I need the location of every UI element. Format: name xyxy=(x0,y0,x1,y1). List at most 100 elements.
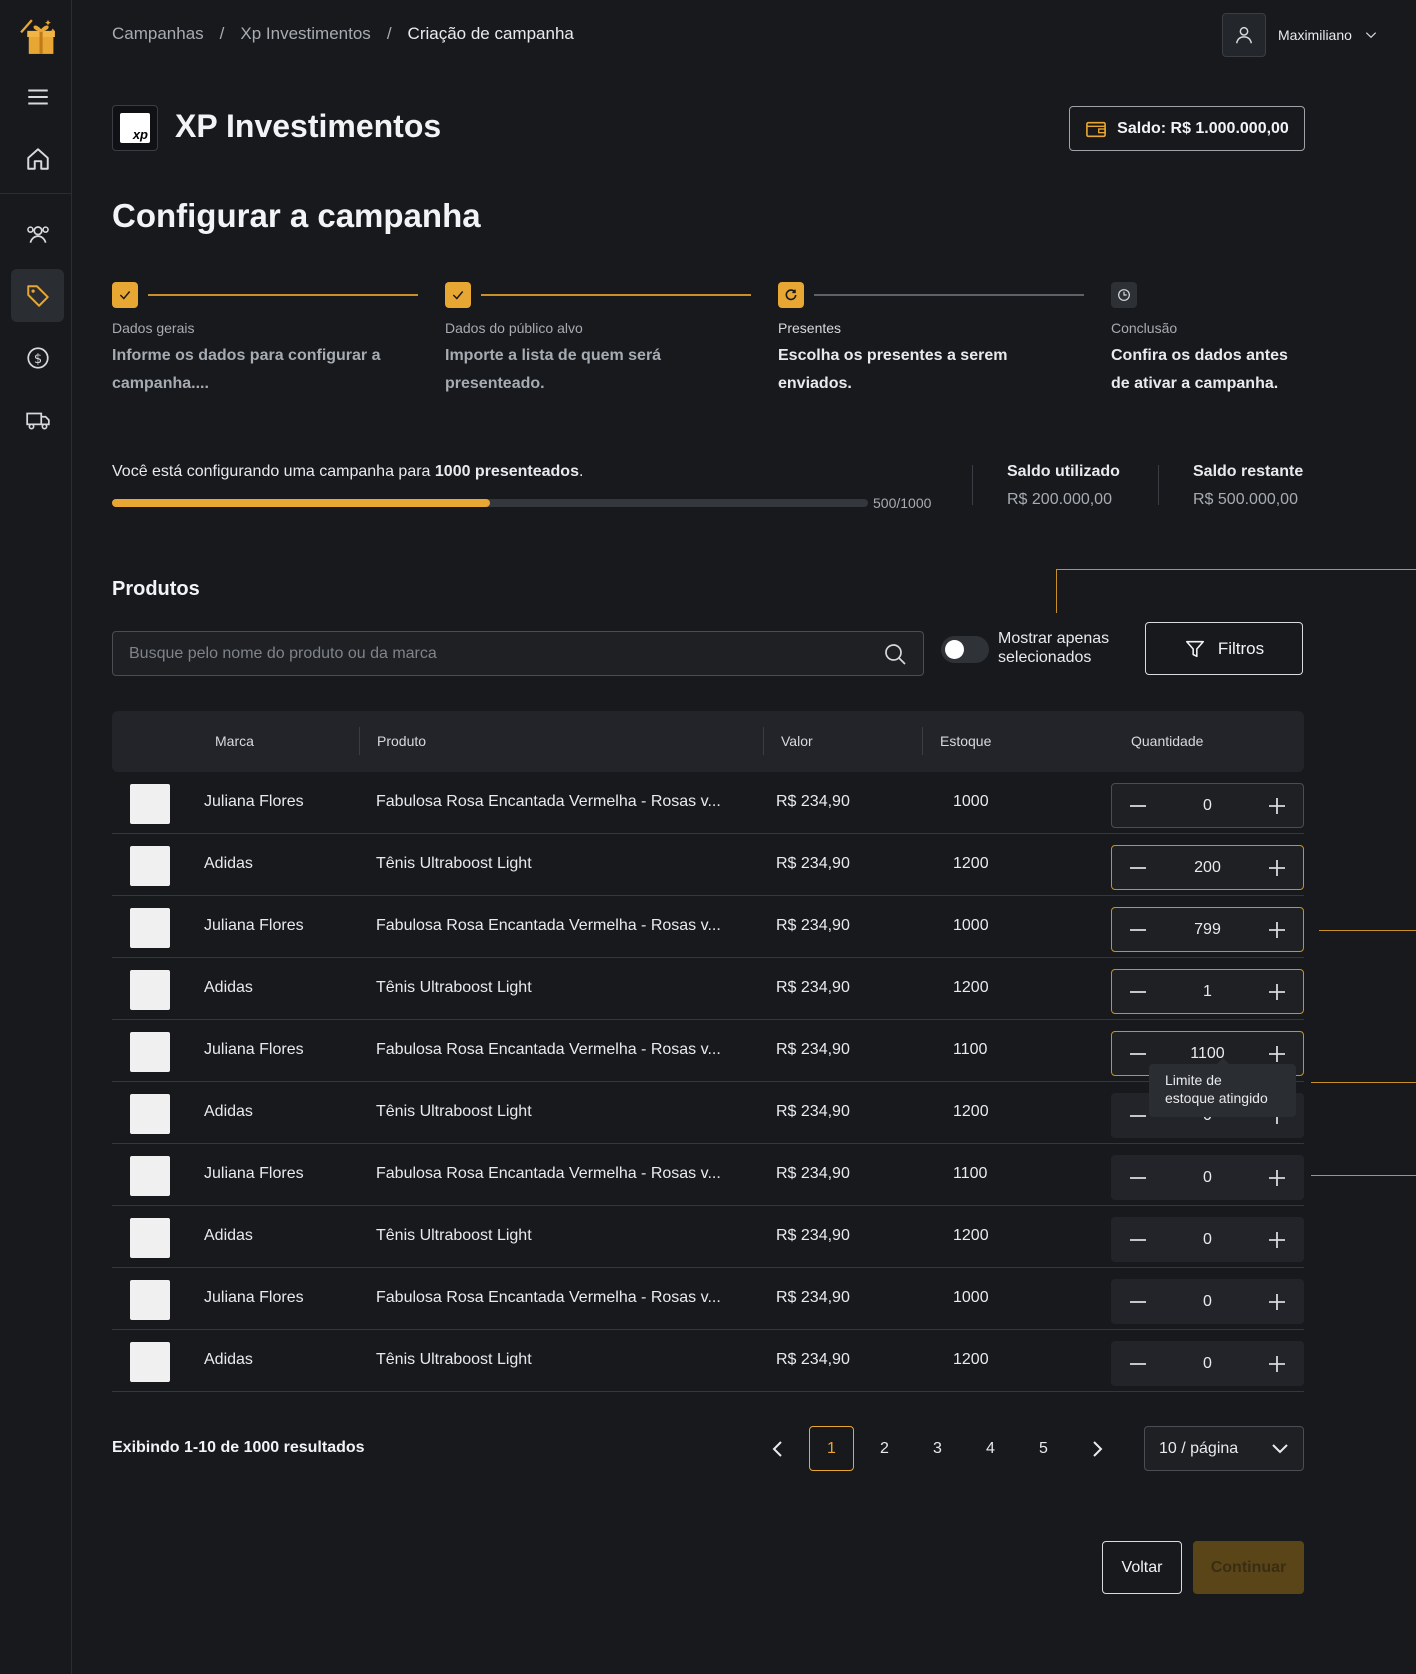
page-3[interactable]: 3 xyxy=(915,1426,960,1471)
increment-button[interactable] xyxy=(1265,856,1289,880)
column-valor[interactable]: Valor xyxy=(781,733,813,749)
step-connector xyxy=(148,294,418,296)
minus-icon xyxy=(1130,1300,1146,1303)
plus-icon xyxy=(1269,983,1285,1000)
quantity-stepper[interactable]: 0 xyxy=(1111,1217,1304,1262)
campaign-tag-icon[interactable] xyxy=(11,269,64,322)
column-produto[interactable]: Produto xyxy=(377,733,426,749)
dollar-icon[interactable]: $ xyxy=(11,331,64,384)
plus-icon xyxy=(1269,797,1285,814)
menu-icon[interactable] xyxy=(11,70,64,123)
quantity-stepper[interactable]: 799 xyxy=(1111,907,1304,952)
sidebar-divider xyxy=(0,193,72,194)
per-page-select[interactable]: 10 / página xyxy=(1144,1426,1304,1471)
avatar[interactable] xyxy=(1222,13,1266,57)
quantity-value[interactable]: 0 xyxy=(1203,797,1212,815)
quantity-value[interactable]: 0 xyxy=(1203,1355,1212,1373)
increment-button[interactable] xyxy=(1265,918,1289,942)
quantity-stepper[interactable]: 0 xyxy=(1111,1341,1304,1386)
increment-button[interactable] xyxy=(1265,1290,1289,1314)
search-icon[interactable] xyxy=(883,642,907,666)
decrement-button[interactable] xyxy=(1126,980,1150,1004)
quantity-value[interactable]: 1 xyxy=(1203,983,1212,1001)
quantity-value[interactable]: 0 xyxy=(1203,1293,1212,1311)
increment-button[interactable] xyxy=(1265,1228,1289,1252)
cell-stock: 1000 xyxy=(953,793,989,810)
column-quantidade[interactable]: Quantidade xyxy=(1131,733,1203,749)
page-2[interactable]: 2 xyxy=(862,1426,907,1471)
decrement-button[interactable] xyxy=(1126,1352,1150,1376)
search-field[interactable] xyxy=(112,631,924,676)
quantity-value[interactable]: 0 xyxy=(1203,1169,1212,1187)
increment-button[interactable] xyxy=(1265,1352,1289,1376)
step-connector xyxy=(481,294,751,296)
cell-stock: 1200 xyxy=(953,855,989,872)
decrement-button[interactable] xyxy=(1126,794,1150,818)
continue-button[interactable]: Continuar xyxy=(1193,1541,1304,1594)
cell-product: Fabulosa Rosa Encantada Vermelha - Rosas… xyxy=(376,793,721,810)
clock-icon xyxy=(1111,282,1137,308)
table-row[interactable]: Adidas Tênis Ultraboost Light R$ 234,90 120… xyxy=(112,1082,1304,1144)
cell-product: Fabulosa Rosa Encantada Vermelha - Rosas… xyxy=(376,917,721,934)
show-selected-toggle[interactable] xyxy=(941,636,989,663)
quantity-value[interactable]: 200 xyxy=(1194,859,1221,877)
users-icon[interactable] xyxy=(11,207,64,260)
divider xyxy=(1158,465,1159,505)
decrement-button[interactable] xyxy=(1126,1104,1150,1128)
decrement-button[interactable] xyxy=(1126,918,1150,942)
quantity-stepper[interactable]: 0 xyxy=(1111,1279,1304,1324)
results-count: Exibindo 1-10 de 1000 resultados xyxy=(112,1439,365,1456)
quantity-stepper[interactable]: 1 xyxy=(1111,969,1304,1014)
column-estoque[interactable]: Estoque xyxy=(940,733,991,749)
filter-icon xyxy=(1185,640,1204,657)
breadcrumb-campanhas[interactable]: Campanhas xyxy=(112,24,204,44)
app-logo-gift-icon[interactable]: ✦ ✦ xyxy=(11,10,64,63)
table-row[interactable]: Juliana Flores Fabulosa Rosa Encantada Ve… xyxy=(112,1144,1304,1206)
decrement-button[interactable] xyxy=(1126,1228,1150,1252)
decrement-button[interactable] xyxy=(1126,1166,1150,1190)
chevron-down-icon[interactable] xyxy=(1364,28,1378,42)
column-marca[interactable]: Marca xyxy=(215,733,254,749)
decrement-button[interactable] xyxy=(1126,1042,1150,1066)
back-button[interactable]: Voltar xyxy=(1102,1541,1182,1594)
cell-brand: Juliana Flores xyxy=(204,1289,304,1306)
page-4[interactable]: 4 xyxy=(968,1426,1013,1471)
cell-product: Tênis Ultraboost Light xyxy=(376,979,532,996)
cell-value: R$ 234,90 xyxy=(776,793,850,810)
increment-button[interactable] xyxy=(1265,980,1289,1004)
increment-button[interactable] xyxy=(1265,794,1289,818)
quantity-stepper[interactable]: 200 xyxy=(1111,845,1304,890)
filters-button[interactable]: Filtros xyxy=(1145,622,1303,675)
quantity-stepper[interactable]: 0 xyxy=(1111,1155,1304,1200)
increment-button[interactable] xyxy=(1265,1042,1289,1066)
table-row[interactable]: Juliana Flores Fabulosa Rosa Encantada Ve… xyxy=(112,1268,1304,1330)
table-row[interactable]: Juliana Flores Fabulosa Rosa Encantada Ve… xyxy=(112,1020,1304,1082)
saldo-restante: Saldo restante R$ 500.000,00 xyxy=(1193,463,1304,508)
cell-value: R$ 234,90 xyxy=(776,1165,850,1182)
quantity-value[interactable]: 0 xyxy=(1203,1231,1212,1249)
user-menu[interactable]: Maximiliano xyxy=(1222,13,1378,57)
cell-brand: Adidas xyxy=(204,1103,253,1120)
quantity-value[interactable]: 799 xyxy=(1194,921,1221,939)
page-1[interactable]: 1 xyxy=(809,1426,854,1471)
table-row[interactable]: Adidas Tênis Ultraboost Light R$ 234,90 120… xyxy=(112,958,1304,1020)
next-page-button[interactable] xyxy=(1074,1426,1119,1471)
table-row[interactable]: Adidas Tênis Ultraboost Light R$ 234,90 120… xyxy=(112,1330,1304,1392)
divider xyxy=(972,465,973,505)
quantity-stepper[interactable]: 0 xyxy=(1111,783,1304,828)
table-row[interactable]: Juliana Flores Fabulosa Rosa Encantada Ve… xyxy=(112,772,1304,834)
search-input[interactable] xyxy=(129,644,883,663)
increment-button[interactable] xyxy=(1265,1166,1289,1190)
decrement-button[interactable] xyxy=(1126,856,1150,880)
table-row[interactable]: Adidas Tênis Ultraboost Light R$ 234,90 120… xyxy=(112,1206,1304,1268)
table-row[interactable]: Juliana Flores Fabulosa Rosa Encantada Ve… xyxy=(112,896,1304,958)
prev-page-button[interactable] xyxy=(755,1426,800,1471)
wallet-icon xyxy=(1086,121,1107,137)
truck-icon[interactable] xyxy=(11,393,64,446)
table-row[interactable]: Adidas Tênis Ultraboost Light R$ 234,90 120… xyxy=(112,834,1304,896)
breadcrumb-company[interactable]: Xp Investimentos xyxy=(240,24,370,44)
decrement-button[interactable] xyxy=(1126,1290,1150,1314)
saldo-button[interactable]: Saldo: R$ 1.000.000,00 xyxy=(1069,106,1305,151)
home-icon[interactable] xyxy=(11,132,64,185)
page-5[interactable]: 5 xyxy=(1021,1426,1066,1471)
